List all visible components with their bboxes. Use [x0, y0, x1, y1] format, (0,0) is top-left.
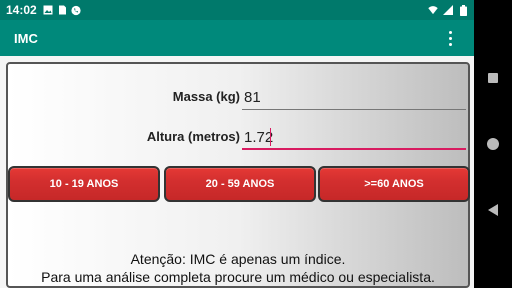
phone-icon — [71, 5, 81, 15]
status-time: 14:02 — [6, 3, 37, 17]
notice-line-2: Para uma análise completa procure um méd… — [41, 269, 435, 285]
age-10-19-button[interactable]: 10 - 19 ANOS — [8, 166, 160, 202]
wifi-icon — [428, 5, 438, 15]
recents-icon[interactable] — [485, 70, 501, 86]
form-panel: Massa (kg) Altura (metros) 10 - 19 ANOS … — [6, 62, 470, 288]
age-buttons: 10 - 19 ANOS 20 - 59 ANOS >=60 ANOS — [8, 166, 470, 202]
mass-label: Massa (kg) — [172, 89, 240, 104]
height-input[interactable] — [242, 122, 466, 150]
navigation-bar — [474, 0, 512, 288]
home-icon[interactable] — [485, 136, 501, 152]
more-vert-icon[interactable] — [440, 26, 460, 50]
sim-icon — [57, 5, 67, 15]
back-icon[interactable] — [485, 202, 501, 218]
app-title: IMC — [14, 30, 38, 46]
battery-icon — [458, 4, 468, 16]
mass-input[interactable] — [242, 82, 466, 110]
content-area: Massa (kg) Altura (metros) 10 - 19 ANOS … — [0, 56, 474, 288]
status-bar: 14:02 — [0, 0, 474, 20]
height-label: Altura (metros) — [146, 129, 240, 144]
status-system-icons — [428, 4, 468, 16]
mass-row: Massa (kg) — [8, 82, 468, 112]
height-row: Altura (metros) — [8, 122, 468, 152]
signal-icon — [443, 5, 453, 15]
text-cursor — [270, 128, 271, 146]
app-bar: IMC — [0, 20, 474, 56]
age-20-59-button[interactable]: 20 - 59 ANOS — [164, 166, 316, 202]
image-icon — [43, 5, 53, 15]
notice-line-1: Atenção: IMC é apenas um índice. — [130, 251, 346, 267]
status-notification-icons — [43, 5, 81, 15]
age-60-plus-button[interactable]: >=60 ANOS — [318, 166, 470, 202]
notice-text: Atenção: IMC é apenas um índice. Para um… — [8, 250, 468, 286]
